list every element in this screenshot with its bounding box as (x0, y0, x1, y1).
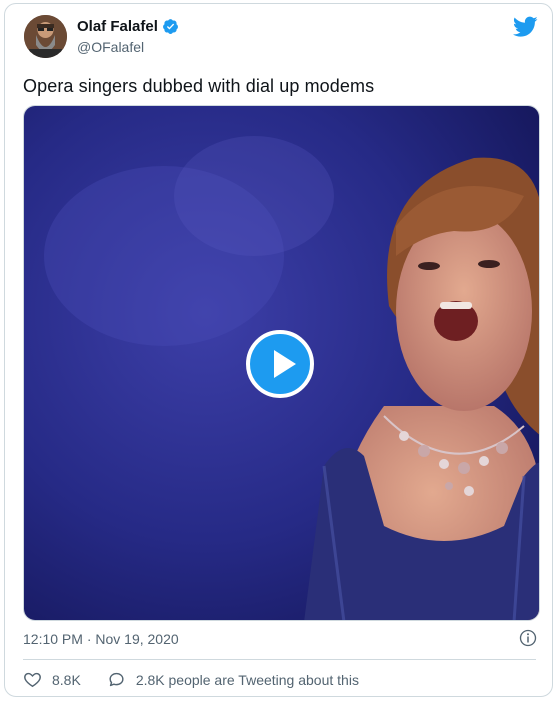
twitter-bird-icon[interactable] (513, 16, 538, 38)
divider (23, 659, 536, 660)
info-icon[interactable] (519, 629, 537, 647)
speech-bubble-icon (109, 672, 124, 687)
engagement-bar: 8.8K 2.8K people are Tweeting about this (23, 670, 359, 689)
video-player[interactable] (23, 105, 540, 621)
like-button[interactable]: 8.8K (23, 670, 81, 689)
tweet-card[interactable]: Olaf Falafel @OFalafel Opera singers dub… (4, 3, 553, 697)
tweeting-text: 2.8K people are Tweeting about this (135, 671, 359, 688)
author-name[interactable]: Olaf Falafel (77, 18, 179, 35)
verified-badge-icon (162, 19, 178, 34)
author-handle[interactable]: @OFalafel (77, 39, 144, 55)
tweet-timestamp[interactable]: 12:10 PM · Nov 19, 2020 (23, 631, 179, 647)
tweet-text: Opera singers dubbed with dial up modems (23, 76, 375, 96)
tweeting-link[interactable]: 2.8K people are Tweeting about this (107, 670, 359, 689)
like-count: 8.8K (52, 671, 81, 688)
play-button[interactable] (246, 330, 314, 398)
heart-icon (24, 672, 41, 688)
avatar[interactable] (24, 15, 67, 58)
author-name-text[interactable]: Olaf Falafel (77, 18, 158, 35)
